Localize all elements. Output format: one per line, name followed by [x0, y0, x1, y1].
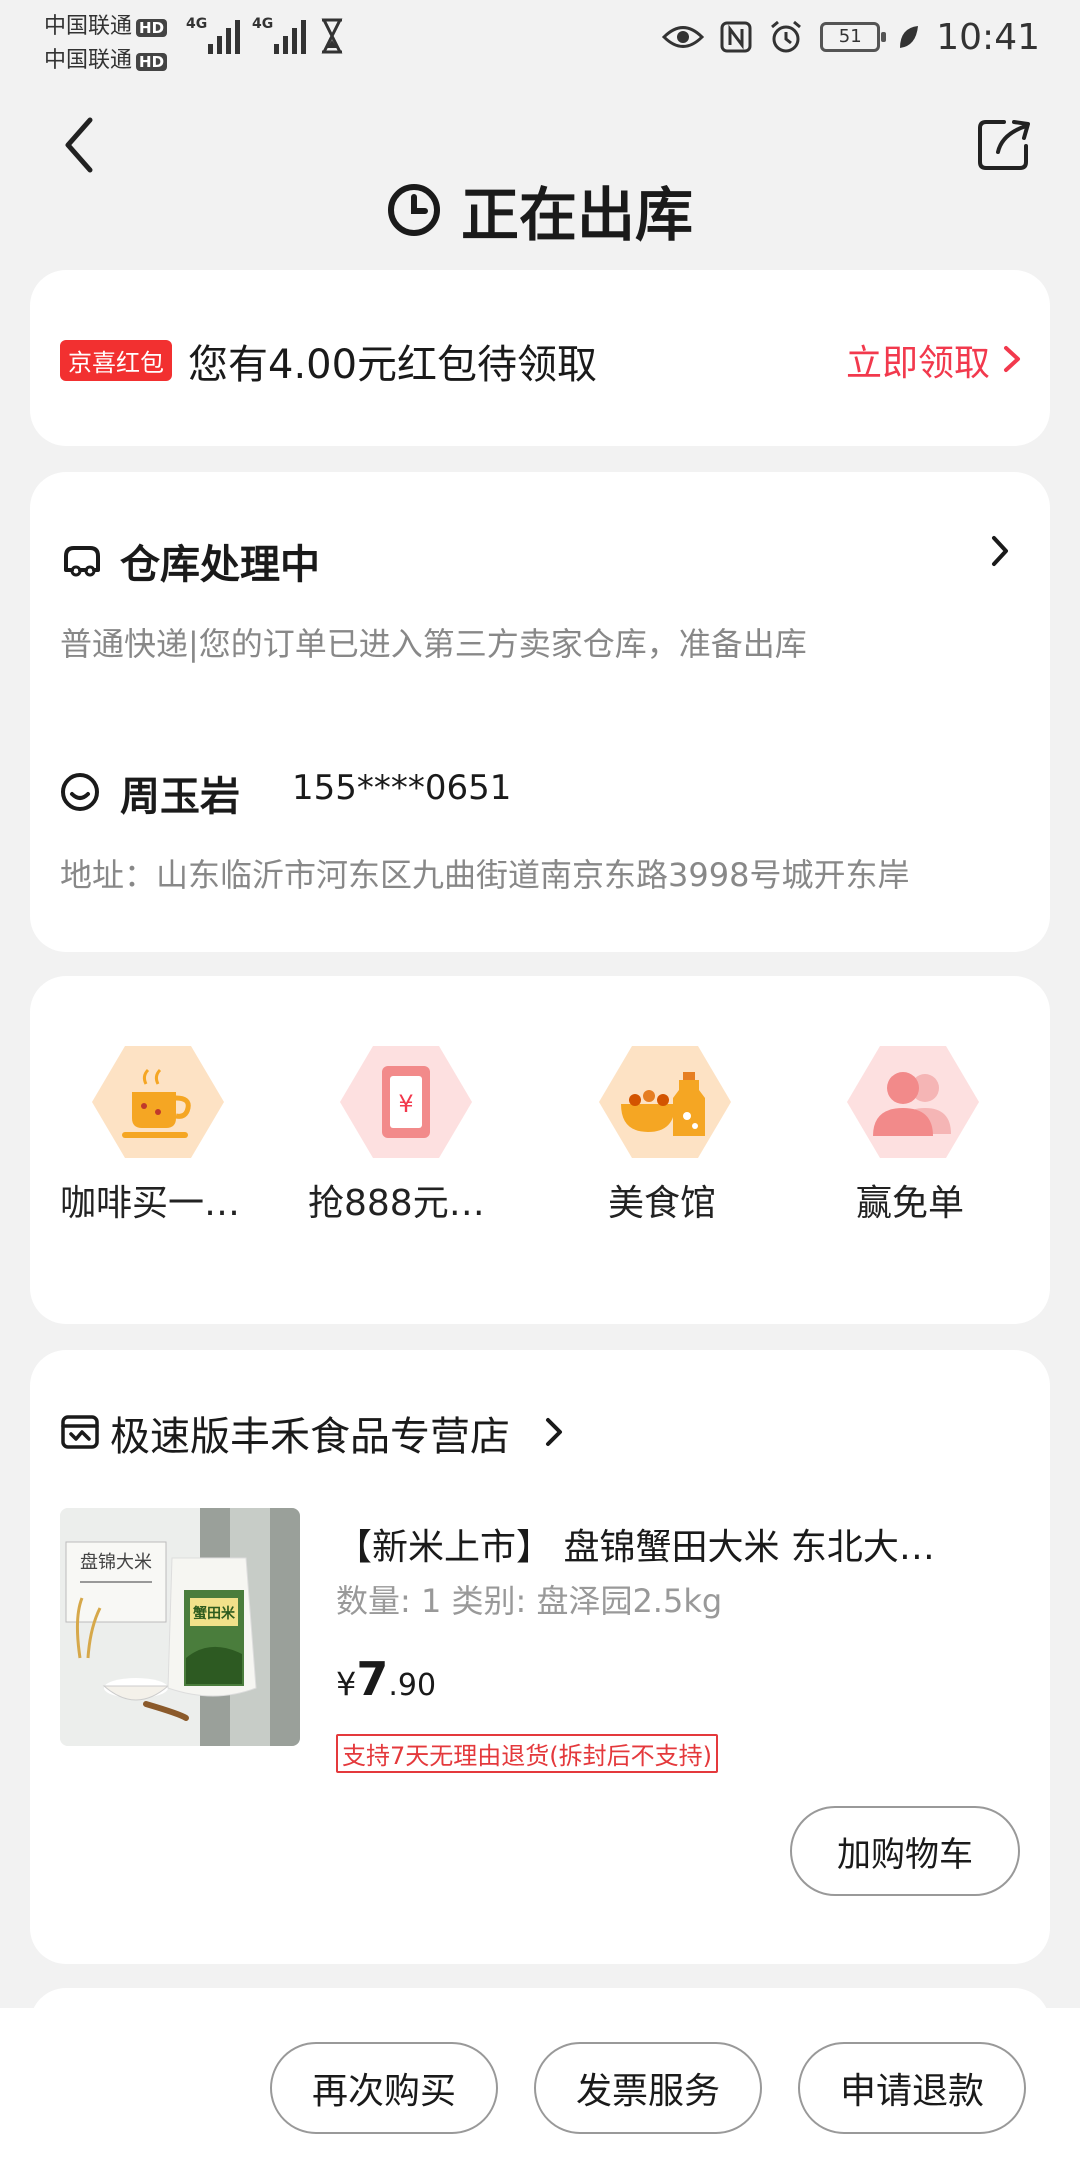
add-to-cart-button[interactable]: 加购物车: [790, 1806, 1020, 1896]
promo-card: 咖啡买一… ¥ 抢888元… 美食馆 赢免单: [30, 976, 1050, 1324]
signal-icon-2: 4G: [252, 14, 308, 54]
title-group: 正在出库: [0, 168, 1080, 252]
truck-icon: [64, 546, 100, 577]
product-image[interactable]: 盘锦大米 蟹田米: [60, 1508, 300, 1746]
network-label-1: 4G: [186, 16, 208, 32]
product-title[interactable]: 【新米上市】 盘锦蟹田大米 东北大…: [336, 1518, 1016, 1570]
chevron-right-icon[interactable]: [990, 534, 1010, 568]
order-status-title[interactable]: 仓库处理中: [120, 532, 320, 590]
clock-icon: [387, 184, 440, 236]
rice-bag-image: 盘锦大米 蟹田米: [60, 1508, 300, 1746]
promo-label: 抢888元…: [308, 1183, 485, 1224]
users-icon: [847, 1046, 979, 1158]
person-icon: [61, 773, 99, 811]
order-status-card: 仓库处理中 普通快递|您的订单已进入第三方卖家仓库，准备出库 周玉岩 155**…: [30, 472, 1050, 952]
chevron-right-icon[interactable]: [1000, 344, 1024, 374]
hourglass-icon: [321, 18, 343, 54]
eye-icon: [662, 26, 705, 48]
product-card: 极速版丰禾食品专营店 盘锦大米 蟹田米 【新米上市】 盘锦蟹田大米 东北大… 数…: [30, 1350, 1050, 1964]
page-title: 正在出库: [460, 181, 693, 249]
chevron-right-icon[interactable]: [544, 1416, 564, 1448]
promo-item-free-order[interactable]: 赢免单: [815, 1046, 1005, 1286]
promo-item-red-envelope[interactable]: ¥ 抢888元…: [308, 1046, 498, 1286]
shop-icon: [61, 1415, 99, 1449]
invoice-service-button[interactable]: 发票服务: [534, 2042, 762, 2134]
page-header: 正在出库: [0, 100, 1080, 250]
price-integer: 7: [356, 1652, 389, 1706]
product-price: ¥7.90: [336, 1652, 436, 1706]
leaf-icon: [900, 26, 919, 48]
bottom-action-bar: 再次购买 发票服务 申请退款: [0, 2008, 1080, 2160]
image-text-2: 蟹田米: [192, 1605, 236, 1622]
signal-icon-1: 4G: [186, 14, 242, 54]
status-bar: 中国联通 HD 中国联通 HD 4G 4G 51 10:41: [0, 0, 1080, 80]
red-packet-card[interactable]: 京喜红包 您有4.00元红包待领取 立即领取: [30, 270, 1050, 446]
hd-badge-2: HD: [136, 53, 168, 71]
promo-item-food[interactable]: 美食馆: [567, 1046, 757, 1286]
promo-item-coffee[interactable]: 咖啡买一…: [60, 1046, 250, 1286]
svg-text:¥: ¥: [398, 1090, 413, 1118]
carrier-label-2: 中国联通 HD: [44, 42, 168, 74]
coffee-icon: [92, 1046, 224, 1158]
share-button[interactable]: [974, 114, 1034, 174]
red-envelope-icon: ¥: [340, 1046, 472, 1158]
alarm-icon: [771, 20, 802, 53]
promo-label: 咖啡买一…: [60, 1183, 241, 1224]
product-meta: 数量: 1 类别: 盘泽园2.5kg: [336, 1582, 723, 1620]
red-packet-text: 您有4.00元红包待领取: [188, 342, 598, 388]
carrier-name-2: 中国联通: [44, 48, 133, 73]
promo-label: 美食馆: [607, 1183, 716, 1224]
recipient-phone: 155****0651: [292, 768, 512, 808]
price-currency: ¥: [336, 1665, 357, 1703]
claim-now-link[interactable]: 立即领取: [846, 334, 990, 386]
battery-icon: 51: [820, 22, 887, 52]
rebuy-button[interactable]: 再次购买: [270, 2042, 498, 2134]
recipient-address: 地址：山东临沂市河东区九曲街道南京东路3998号城开东岸: [60, 856, 910, 894]
request-refund-button[interactable]: 申请退款: [798, 2042, 1026, 2134]
return-policy-tag: 支持7天无理由退货(拆封后不支持): [336, 1734, 718, 1773]
nfc-icon: [720, 21, 752, 53]
clock: 10:41: [936, 16, 1040, 58]
red-packet-badge: 京喜红包: [60, 340, 172, 381]
network-label-2: 4G: [252, 16, 274, 32]
promo-label: 赢免单: [855, 1183, 964, 1224]
recipient-name: 周玉岩: [120, 774, 240, 820]
food-icon: [599, 1046, 731, 1158]
image-text-1: 盘锦大米: [80, 1552, 152, 1573]
price-decimal: .90: [388, 1668, 437, 1703]
carrier-name-1: 中国联通: [44, 14, 133, 39]
order-description: 普通快递|您的订单已进入第三方卖家仓库，准备出库: [60, 625, 807, 663]
carrier-label-1: 中国联通 HD: [44, 8, 168, 40]
hd-badge-1: HD: [136, 19, 168, 37]
shop-name-link[interactable]: 极速版丰禾食品专营店: [110, 1404, 510, 1462]
